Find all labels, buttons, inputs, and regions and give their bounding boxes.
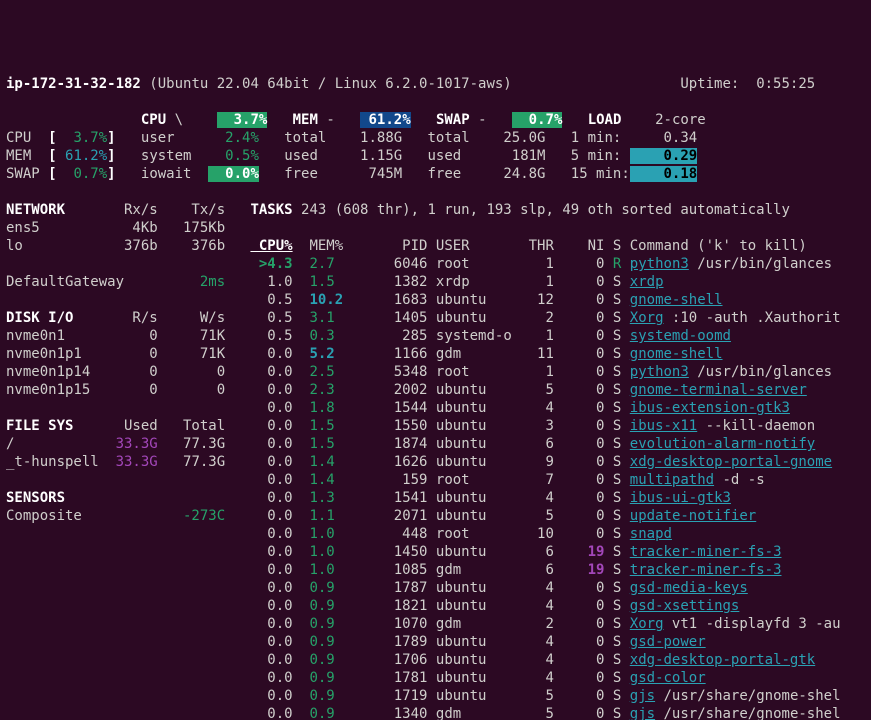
terminal-output: ip-172-31-32-182 (Ubuntu 22.04 64bit / L… <box>0 72 871 720</box>
